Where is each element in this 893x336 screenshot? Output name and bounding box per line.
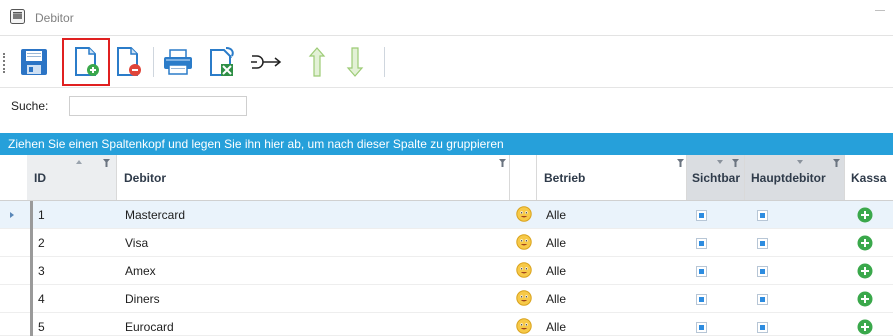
minimize-button[interactable]: [875, 10, 885, 11]
move-up-button[interactable]: [297, 43, 337, 81]
excel-export-icon: [210, 47, 234, 76]
cell-betrieb[interactable]: Alle: [546, 257, 566, 285]
smiley-icon[interactable]: [516, 234, 532, 250]
cell-id[interactable]: 2: [38, 229, 45, 257]
save-icon: [21, 49, 47, 75]
delete-document-button[interactable]: [108, 43, 148, 81]
checkbox-hauptdebitor[interactable]: [757, 322, 768, 333]
table-row[interactable]: 2 Visa Alle: [0, 229, 893, 257]
search-input[interactable]: [69, 96, 247, 116]
toolbar: [0, 37, 893, 87]
column-header-id[interactable]: ID: [27, 155, 117, 200]
group-panel[interactable]: Ziehen Sie einen Spaltenkopf und legen S…: [0, 133, 893, 155]
sort-ascending-icon: [76, 160, 82, 164]
filter-icon[interactable]: [833, 159, 840, 167]
new-document-button[interactable]: [62, 38, 110, 86]
checkbox-sichtbar[interactable]: [696, 238, 707, 249]
checkbox-sichtbar[interactable]: [696, 266, 707, 277]
column-header-emoji[interactable]: [510, 155, 537, 200]
smiley-icon[interactable]: [516, 262, 532, 278]
add-circle-icon[interactable]: [857, 235, 873, 251]
filter-icon[interactable]: [103, 159, 110, 167]
filter-icon[interactable]: [677, 159, 684, 167]
checkbox-hauptdebitor[interactable]: [757, 266, 768, 277]
add-circle-icon[interactable]: [857, 263, 873, 279]
column-header-betrieb[interactable]: Betrieb: [537, 155, 687, 200]
column-label-kassa: Kassa: [851, 171, 887, 185]
cell-betrieb[interactable]: Alle: [546, 201, 566, 229]
column-label-sichtbar: Sichtbar: [692, 171, 741, 185]
row-indicator-header: [0, 155, 27, 200]
smiley-icon[interactable]: [516, 206, 532, 222]
row-id-bar: [30, 229, 33, 257]
search-label: Suche:: [11, 99, 49, 113]
row-id-bar: [30, 285, 33, 313]
checkbox-hauptdebitor[interactable]: [757, 294, 768, 305]
connect-button[interactable]: [246, 43, 286, 81]
grid-header: ID Debitor Betrieb Sichtbar Hauptdebitor…: [0, 155, 893, 201]
toolbar-separator: [384, 47, 385, 77]
current-row-indicator-icon: [10, 212, 14, 218]
row-id-bar: [30, 257, 33, 285]
new-document-icon: [75, 47, 99, 76]
checkbox-hauptdebitor[interactable]: [757, 210, 768, 221]
cell-debitor[interactable]: Visa: [125, 229, 148, 257]
data-grid: ID Debitor Betrieb Sichtbar Hauptdebitor…: [0, 155, 893, 336]
checkbox-sichtbar[interactable]: [696, 322, 707, 333]
cell-debitor[interactable]: Diners: [125, 285, 160, 313]
column-header-hauptdebitor[interactable]: Hauptdebitor: [745, 155, 845, 200]
print-button[interactable]: [158, 43, 198, 81]
filter-icon[interactable]: [499, 159, 506, 167]
filter-icon[interactable]: [732, 159, 739, 167]
save-button[interactable]: [14, 43, 54, 81]
sort-descending-icon: [797, 160, 803, 164]
title-bar: Debitor: [0, 0, 893, 36]
cell-id[interactable]: 4: [38, 285, 45, 313]
app-window-icon: [10, 9, 25, 24]
cell-betrieb[interactable]: Alle: [546, 229, 566, 257]
window-title: Debitor: [35, 11, 74, 25]
column-header-debitor[interactable]: Debitor: [117, 155, 510, 200]
row-id-bar: [30, 313, 33, 336]
row-id-bar: [30, 201, 33, 229]
excel-export-button[interactable]: [202, 43, 242, 81]
smiley-icon[interactable]: [516, 318, 532, 334]
connect-icon: [251, 55, 282, 69]
arrow-down-icon: [346, 47, 364, 77]
table-row[interactable]: 5 Eurocard Alle: [0, 313, 893, 336]
column-label-betrieb: Betrieb: [544, 171, 586, 185]
toolbar-grip[interactable]: [3, 53, 5, 73]
print-icon: [164, 49, 192, 75]
arrow-up-icon: [308, 47, 326, 77]
add-circle-icon[interactable]: [857, 319, 873, 335]
add-circle-icon[interactable]: [857, 291, 873, 307]
table-row[interactable]: 1 Mastercard Alle: [0, 201, 893, 229]
column-label-debitor: Debitor: [124, 171, 166, 185]
column-label-id: ID: [34, 171, 46, 185]
checkbox-sichtbar[interactable]: [696, 210, 707, 221]
cell-debitor[interactable]: Mastercard: [125, 201, 185, 229]
checkbox-hauptdebitor[interactable]: [757, 238, 768, 249]
move-down-button[interactable]: [335, 43, 375, 81]
cell-id[interactable]: 5: [38, 313, 45, 336]
cell-betrieb[interactable]: Alle: [546, 285, 566, 313]
search-row: Suche:: [0, 87, 893, 121]
column-header-sichtbar[interactable]: Sichtbar: [687, 155, 745, 200]
table-row[interactable]: 4 Diners Alle: [0, 285, 893, 313]
cell-debitor[interactable]: Amex: [125, 257, 156, 285]
delete-document-icon: [117, 47, 141, 76]
cell-betrieb[interactable]: Alle: [546, 313, 566, 336]
cell-id[interactable]: 1: [38, 201, 45, 229]
sort-descending-icon: [717, 160, 723, 164]
checkbox-sichtbar[interactable]: [696, 294, 707, 305]
smiley-icon[interactable]: [516, 290, 532, 306]
table-row[interactable]: 3 Amex Alle: [0, 257, 893, 285]
cell-debitor[interactable]: Eurocard: [125, 313, 174, 336]
column-label-hauptdebitor: Hauptdebitor: [751, 171, 826, 185]
cell-id[interactable]: 3: [38, 257, 45, 285]
toolbar-separator: [153, 47, 154, 77]
add-circle-icon[interactable]: [857, 207, 873, 223]
column-header-kassa[interactable]: Kassa: [845, 155, 893, 200]
